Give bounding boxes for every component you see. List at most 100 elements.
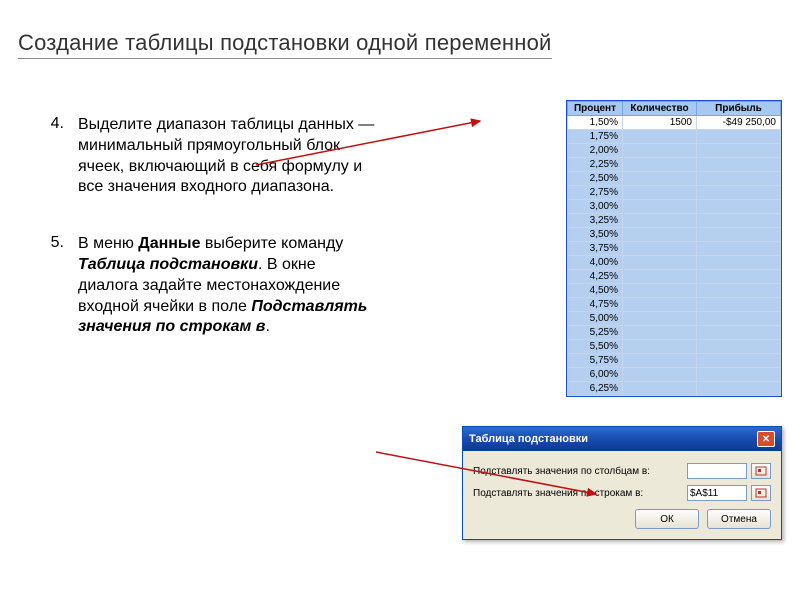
cell-percent: 5,00%: [567, 312, 622, 326]
cell-profit: [697, 326, 781, 340]
header-quantity: Количество: [623, 102, 697, 116]
cell-percent: 5,25%: [567, 326, 622, 340]
list-number: 4.: [50, 115, 78, 198]
cell-percent: 2,75%: [567, 186, 622, 200]
range-picker-icon[interactable]: [751, 463, 771, 479]
table-row: 2,75%: [567, 186, 780, 200]
rows-input[interactable]: [687, 485, 747, 501]
substitution-dialog: Таблица подстановки ✕ Подставлять значен…: [462, 426, 782, 540]
columns-input[interactable]: [687, 463, 747, 479]
cell-percent: 6,00%: [567, 368, 622, 382]
table-row: 5,00%: [567, 312, 780, 326]
cell-profit: [697, 172, 781, 186]
cell-qty: [623, 270, 697, 284]
text-run: выберите команду: [200, 235, 343, 252]
slide-title: Создание таблицы подстановки одной перем…: [18, 30, 552, 59]
table-row: 4,50%: [567, 284, 780, 298]
cell-profit: [697, 242, 781, 256]
table-row: 1,75%: [567, 130, 780, 144]
cell-profit: [697, 312, 781, 326]
cell-qty: [623, 256, 697, 270]
list-item-5: 5. В меню Данные выберите команду Таблиц…: [50, 234, 380, 338]
cell-qty: [623, 354, 697, 368]
cell-qty: [623, 298, 697, 312]
data-table: Процент Количество Прибыль 1,50%1500-$49…: [567, 101, 781, 396]
cell-qty: [623, 284, 697, 298]
cell-percent: 3,25%: [567, 214, 622, 228]
close-icon[interactable]: ✕: [757, 431, 775, 447]
list-item-4: 4. Выделите диапазон таблицы данных — ми…: [50, 115, 380, 198]
text-run: Данные: [138, 235, 200, 252]
cell-qty: [623, 242, 697, 256]
cell-qty: [623, 340, 697, 354]
list-text: Выделите диапазон таблицы данных — миним…: [78, 115, 380, 198]
rows-label: Подставлять значения по строкам в:: [473, 488, 683, 499]
table-row: 5,25%: [567, 326, 780, 340]
header-percent: Процент: [567, 102, 622, 116]
table-row: 6,00%: [567, 368, 780, 382]
table-row: 3,25%: [567, 214, 780, 228]
table-row: 5,75%: [567, 354, 780, 368]
cell-profit: [697, 270, 781, 284]
table-row: 3,00%: [567, 200, 780, 214]
cell-profit: -$49 250,00: [697, 116, 781, 130]
range-picker-icon[interactable]: [751, 485, 771, 501]
table-row: 5,50%: [567, 340, 780, 354]
dialog-titlebar: Таблица подстановки ✕: [463, 427, 781, 451]
cell-percent: 3,00%: [567, 200, 622, 214]
cell-percent: 5,50%: [567, 340, 622, 354]
table-row: 3,50%: [567, 228, 780, 242]
dialog-row-columns: Подставлять значения по столбцам в:: [473, 463, 771, 479]
cell-profit: [697, 354, 781, 368]
cell-percent: 5,75%: [567, 354, 622, 368]
cell-qty: [623, 382, 697, 396]
cell-qty: [623, 368, 697, 382]
dialog-body: Подставлять значения по столбцам в: Подс…: [463, 451, 781, 539]
cell-qty: [623, 172, 697, 186]
table-row: 2,25%: [567, 158, 780, 172]
ok-button[interactable]: ОК: [635, 509, 699, 529]
table-row: 2,00%: [567, 144, 780, 158]
cell-profit: [697, 368, 781, 382]
table-row: 4,25%: [567, 270, 780, 284]
cell-profit: [697, 130, 781, 144]
cell-qty: [623, 312, 697, 326]
cell-qty: [623, 144, 697, 158]
cell-percent: 2,25%: [567, 158, 622, 172]
dialog-buttons: ОК Отмена: [473, 509, 771, 529]
header-profit: Прибыль: [697, 102, 781, 116]
cell-qty: 1500: [623, 116, 697, 130]
cell-profit: [697, 340, 781, 354]
cell-profit: [697, 158, 781, 172]
cell-percent: 1,75%: [567, 130, 622, 144]
cell-percent: 3,75%: [567, 242, 622, 256]
cancel-button[interactable]: Отмена: [707, 509, 771, 529]
cell-profit: [697, 382, 781, 396]
cell-profit: [697, 284, 781, 298]
instruction-list: 4. Выделите диапазон таблицы данных — ми…: [50, 115, 380, 374]
text-run: .: [265, 318, 269, 335]
list-number: 5.: [50, 234, 78, 338]
table-row: 3,75%: [567, 242, 780, 256]
cell-qty: [623, 130, 697, 144]
cell-profit: [697, 200, 781, 214]
cell-profit: [697, 228, 781, 242]
cell-qty: [623, 214, 697, 228]
cell-percent: 2,50%: [567, 172, 622, 186]
table-row: 2,50%: [567, 172, 780, 186]
cell-profit: [697, 144, 781, 158]
text-run: Таблица подстановки: [78, 256, 258, 273]
dialog-title: Таблица подстановки: [469, 433, 588, 445]
dialog-row-rows: Подставлять значения по строкам в:: [473, 485, 771, 501]
cell-qty: [623, 158, 697, 172]
columns-label: Подставлять значения по столбцам в:: [473, 466, 683, 477]
cell-profit: [697, 214, 781, 228]
cell-qty: [623, 326, 697, 340]
table-row: 6,25%: [567, 382, 780, 396]
table-row: 4,00%: [567, 256, 780, 270]
cell-percent: 4,75%: [567, 298, 622, 312]
text-run: Выделите диапазон таблицы данных — миним…: [78, 116, 374, 195]
table-row: 4,75%: [567, 298, 780, 312]
cell-profit: [697, 256, 781, 270]
cell-percent: 1,50%: [567, 116, 622, 130]
